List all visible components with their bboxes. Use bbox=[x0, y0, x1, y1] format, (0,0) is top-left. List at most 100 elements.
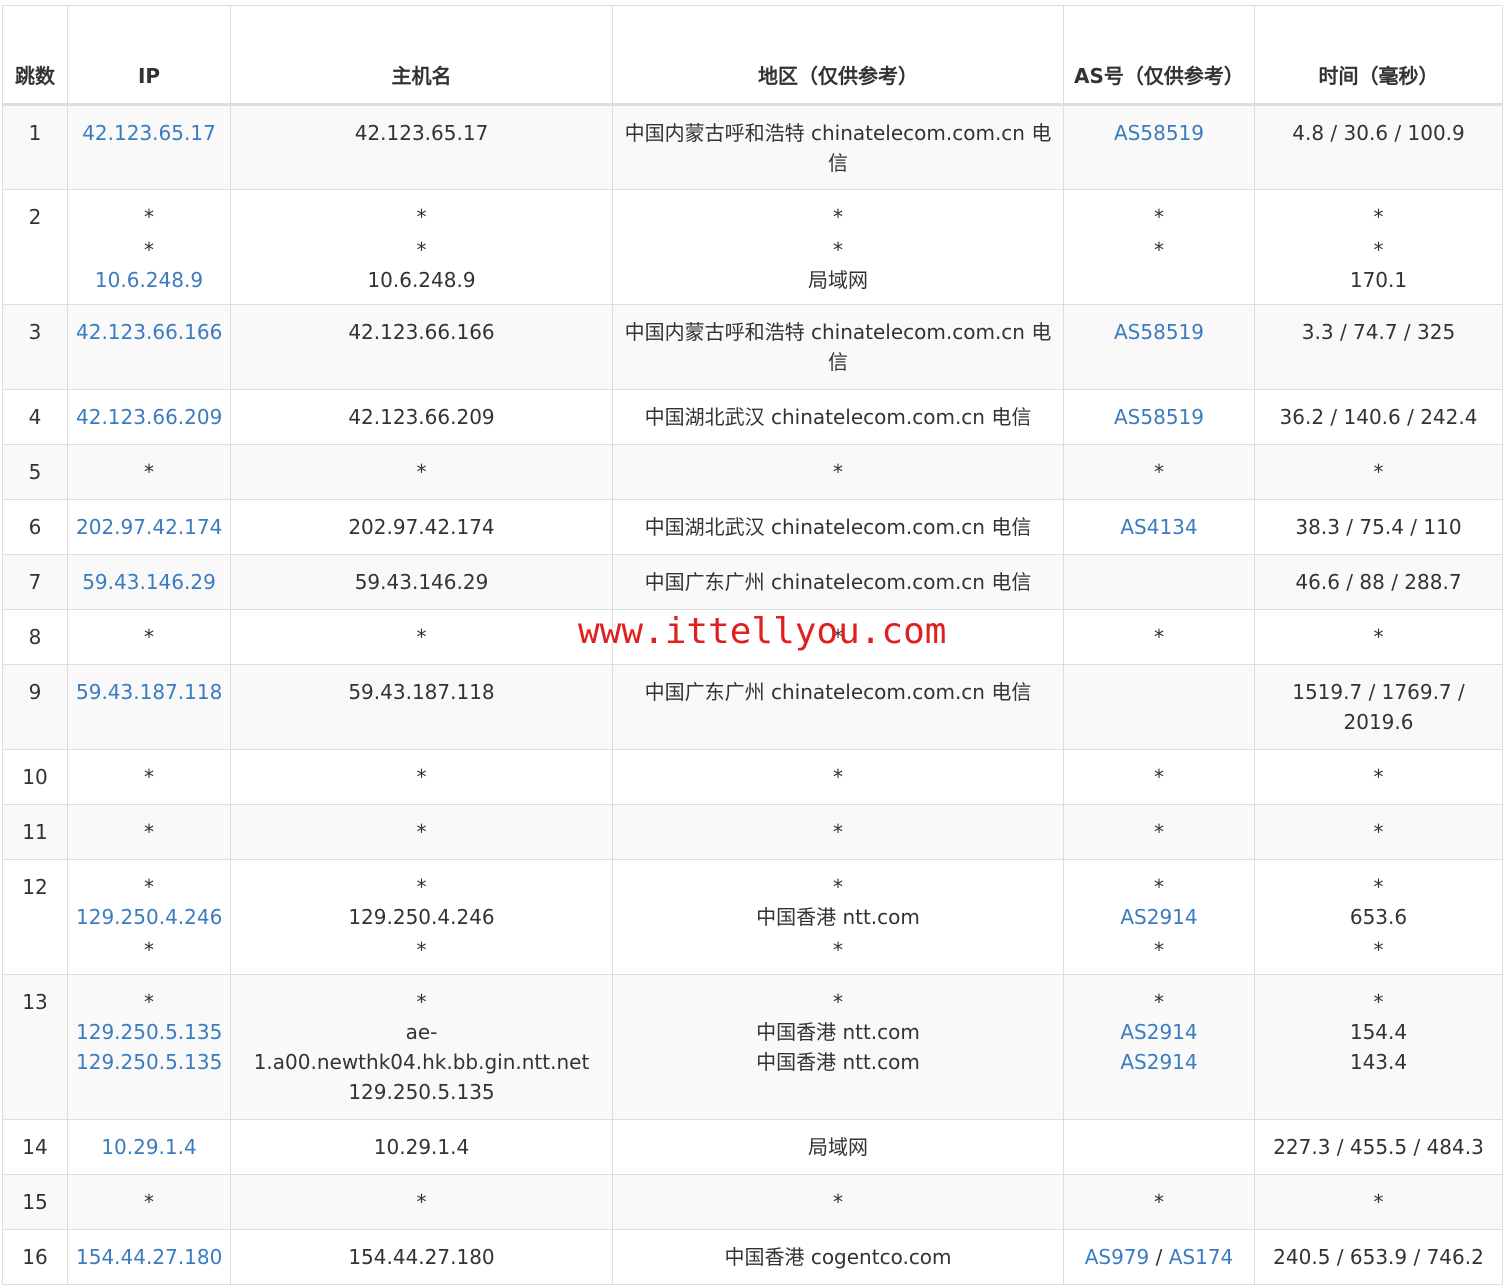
ip-cell: * bbox=[67, 804, 231, 860]
hostname-text: 59.43.146.29 bbox=[354, 570, 489, 594]
region-text: 中国内蒙古呼和浩特 chinatelecom.com.cn 电信 bbox=[624, 320, 1052, 374]
time-text: * bbox=[1373, 625, 1384, 649]
ip-text: * bbox=[144, 1190, 154, 1214]
ip-link[interactable]: 129.250.4.246 bbox=[76, 902, 222, 932]
ip-text: * bbox=[144, 460, 154, 484]
hop-cell: 9 bbox=[2, 664, 68, 750]
as-cell: * * bbox=[1063, 189, 1255, 305]
as-line: AS58519 bbox=[1072, 118, 1246, 148]
as-link[interactable]: AS2914 bbox=[1120, 905, 1197, 929]
as-cell: AS4134 bbox=[1063, 499, 1255, 555]
traceroute-table: 跳数 IP 主机名 地区（仅供参考） AS号（仅供参考） 时间（毫秒） 1 42.… bbox=[2, 5, 1503, 1285]
hostname-text: ae-1.a00.newthk04.hk.bb.gin.ntt.net 129.… bbox=[253, 1020, 590, 1104]
region-cell: * bbox=[612, 804, 1064, 860]
region-text: 中国香港 ntt.com bbox=[756, 1020, 920, 1044]
col-header-hop: 跳数 bbox=[2, 5, 68, 106]
hostname-text: 10.29.1.4 bbox=[373, 1135, 470, 1159]
hostname-cell: * bbox=[230, 444, 613, 500]
region-text: 中国湖北武汉 chinatelecom.com.cn 电信 bbox=[644, 515, 1032, 539]
as-link[interactable]: AS2914 bbox=[1120, 1020, 1197, 1044]
region-cell: 中国广东广州 chinatelecom.com.cn 电信 bbox=[612, 554, 1064, 610]
ip-cell: * bbox=[67, 444, 231, 500]
time-text: * bbox=[1373, 765, 1384, 789]
time-cell: 227.3 / 455.5 / 484.3 bbox=[1254, 1119, 1503, 1175]
time-cell: 36.2 / 140.6 / 242.4 bbox=[1254, 389, 1503, 445]
as-text: * bbox=[1154, 990, 1164, 1014]
ip-cell: 202.97.42.174 bbox=[67, 499, 231, 555]
ip-link[interactable]: 202.97.42.174 bbox=[76, 512, 222, 542]
hop-cell: 11 bbox=[2, 804, 68, 860]
time-text: * bbox=[1373, 938, 1384, 962]
hop-cell: 5 bbox=[2, 444, 68, 500]
ip-cell: * bbox=[67, 749, 231, 805]
hop-cell: 6 bbox=[2, 499, 68, 555]
as-link[interactable]: AS58519 bbox=[1114, 405, 1204, 429]
hostname-text: 42.123.66.209 bbox=[348, 405, 495, 429]
hostname-cell: 42.123.65.17 bbox=[230, 104, 613, 190]
ip-link[interactable]: 59.43.187.118 bbox=[76, 677, 222, 707]
region-text: 中国香港 ntt.com bbox=[756, 905, 920, 929]
table-body: 1 42.123.65.17 42.123.65.17 中国内蒙古呼和浩特 china… bbox=[2, 104, 1503, 1285]
table-row: 3 42.123.66.166 42.123.66.166 中国内蒙古呼和浩特 chi… bbox=[2, 304, 1503, 390]
ip-link[interactable]: 42.123.66.209 bbox=[76, 402, 222, 432]
as-line: * bbox=[1072, 872, 1246, 902]
time-cell: * bbox=[1254, 1174, 1503, 1230]
time-text: 240.5 / 653.9 / 746.2 bbox=[1273, 1245, 1484, 1269]
time-text: 143.4 bbox=[1349, 1050, 1408, 1074]
table-row: 14 10.29.1.4 10.29.1.4 局域网 227.3 / 455.5 / 4… bbox=[2, 1119, 1503, 1175]
region-text: * bbox=[833, 1190, 843, 1214]
ip-cell: 59.43.146.29 bbox=[67, 554, 231, 610]
col-header-time: 时间（毫秒） bbox=[1254, 5, 1503, 106]
region-text: * bbox=[833, 238, 843, 262]
ip-link[interactable]: 10.29.1.4 bbox=[76, 1132, 222, 1162]
hostname-text: * bbox=[416, 820, 427, 844]
hostname-text: * bbox=[416, 875, 427, 899]
as-link[interactable]: AS2914 bbox=[1120, 1050, 1197, 1074]
as-line: * bbox=[1072, 202, 1246, 232]
hop-cell: 12 bbox=[2, 859, 68, 975]
ip-link[interactable]: 129.250.5.135 bbox=[76, 1047, 222, 1077]
ip-cell: 10.29.1.4 bbox=[67, 1119, 231, 1175]
hop-number: 2 bbox=[28, 205, 42, 229]
ip-cell: * bbox=[67, 609, 231, 665]
ip-link[interactable]: 129.250.5.135 bbox=[76, 1017, 222, 1047]
region-cell: * bbox=[612, 609, 1064, 665]
ip-text: * bbox=[144, 875, 154, 899]
region-cell: 中国内蒙古呼和浩特 chinatelecom.com.cn 电信 bbox=[612, 104, 1064, 190]
region-text: * bbox=[833, 205, 843, 229]
as-link[interactable]: AS174 bbox=[1169, 1245, 1234, 1269]
as-link[interactable]: AS58519 bbox=[1114, 320, 1204, 344]
as-link[interactable]: AS4134 bbox=[1120, 515, 1197, 539]
ip-cell: 42.123.66.166 bbox=[67, 304, 231, 390]
hostname-cell: 42.123.66.209 bbox=[230, 389, 613, 445]
table-row: 8 * * * * * bbox=[2, 609, 1503, 665]
time-text: 4.8 / 30.6 / 100.9 bbox=[1292, 121, 1465, 145]
region-text: * bbox=[833, 875, 843, 899]
as-line: AS2914 bbox=[1072, 1047, 1246, 1077]
ip-link[interactable]: 42.123.66.166 bbox=[76, 317, 222, 347]
ip-cell: 59.43.187.118 bbox=[67, 664, 231, 750]
ip-link[interactable]: 10.6.248.9 bbox=[76, 265, 222, 295]
as-line: * bbox=[1072, 235, 1246, 265]
as-cell: AS58519 bbox=[1063, 304, 1255, 390]
region-text: 局域网 bbox=[808, 268, 868, 292]
ip-link[interactable]: 154.44.27.180 bbox=[76, 1242, 222, 1272]
hostname-cell: * 129.250.4.246 * bbox=[230, 859, 613, 975]
table-row: 1 42.123.65.17 42.123.65.17 中国内蒙古呼和浩特 china… bbox=[2, 104, 1503, 190]
as-link[interactable]: AS979 bbox=[1085, 1245, 1150, 1269]
table-row: 11 * * * * * bbox=[2, 804, 1503, 860]
ip-link[interactable]: 59.43.146.29 bbox=[76, 567, 222, 597]
hostname-cell: * bbox=[230, 749, 613, 805]
region-cell: 局域网 bbox=[612, 1119, 1064, 1175]
ip-link[interactable]: 42.123.65.17 bbox=[76, 118, 222, 148]
as-line: AS58519 bbox=[1072, 317, 1246, 347]
region-cell: 中国湖北武汉 chinatelecom.com.cn 电信 bbox=[612, 389, 1064, 445]
hop-cell: 7 bbox=[2, 554, 68, 610]
hop-number: 9 bbox=[28, 680, 42, 704]
hostname-text: 154.44.27.180 bbox=[348, 1245, 495, 1269]
hop-number: 11 bbox=[22, 820, 48, 844]
as-cell: * bbox=[1063, 749, 1255, 805]
as-text: * bbox=[1154, 820, 1164, 844]
time-cell: 1519.7 / 1769.7 / 2019.6 bbox=[1254, 664, 1503, 750]
as-link[interactable]: AS58519 bbox=[1114, 121, 1204, 145]
